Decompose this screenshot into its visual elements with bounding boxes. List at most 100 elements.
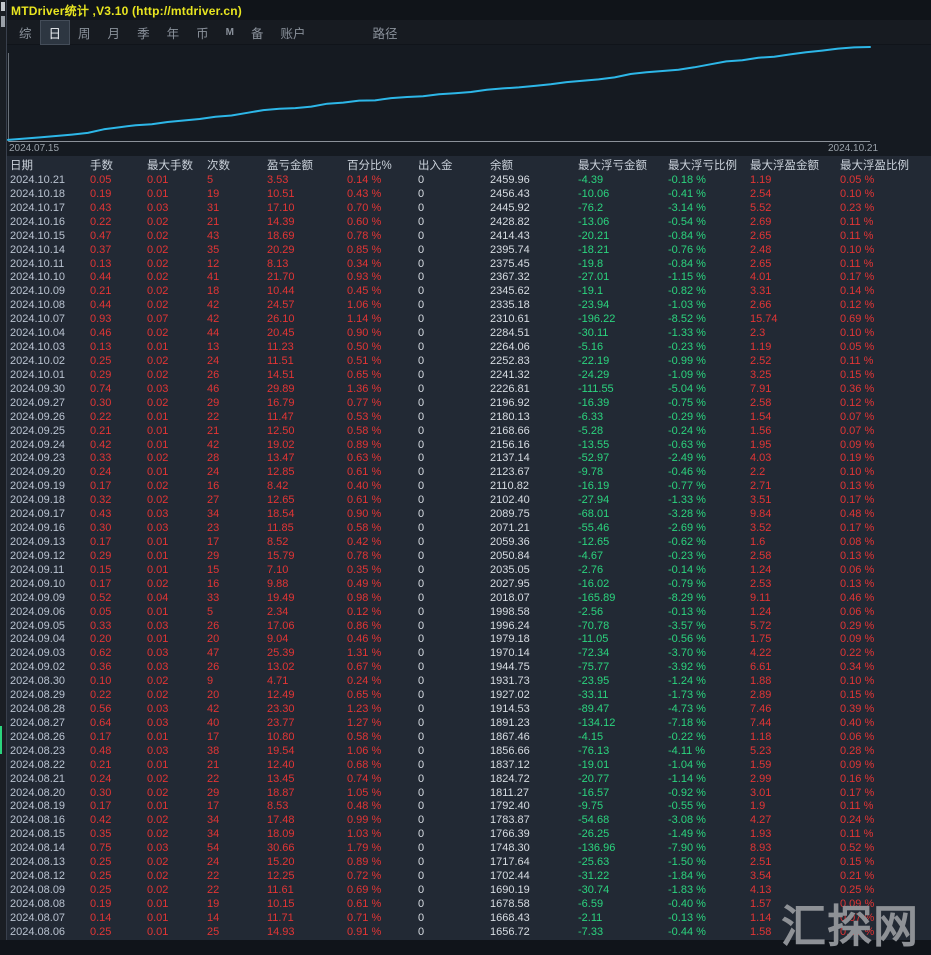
cell: 2024.10.16: [10, 215, 66, 228]
daily-stats-table[interactable]: 2024.10.21 0.05 0.01 5 3.53 0.14 % 0 2459.96 -4.…: [7, 174, 931, 940]
table-row[interactable]: 2024.09.02 0.36 0.03 26 13.02 0.67 % 0 1944.75 -…: [7, 661, 931, 675]
tab-5[interactable]: 年: [159, 21, 188, 44]
table-row[interactable]: 2024.08.19 0.17 0.01 17 8.53 0.48 % 0 1792.40 -9…: [7, 800, 931, 814]
cell: -1.15 %: [668, 271, 706, 284]
table-row[interactable]: 2024.09.19 0.17 0.02 16 8.42 0.40 % 0 2110.82 -1…: [7, 480, 931, 494]
cell: 0: [418, 494, 425, 507]
table-row[interactable]: 2024.10.04 0.46 0.02 44 20.45 0.90 % 0 2284.51 -…: [7, 327, 931, 341]
table-row[interactable]: 2024.09.18 0.32 0.02 27 12.65 0.61 % 0 2102.40 -…: [7, 494, 931, 508]
table-row[interactable]: 2024.08.26 0.17 0.01 17 10.80 0.58 % 0 1867.46 -…: [7, 731, 931, 745]
cell: -30.74: [578, 884, 610, 897]
cell: 14: [207, 911, 220, 924]
column-header[interactable]: 百分比%: [347, 158, 418, 174]
column-header[interactable]: 手数: [90, 158, 147, 174]
cell: 0.13: [90, 341, 112, 354]
background-window-fragment: [1, 16, 5, 27]
table-row[interactable]: 2024.10.03 0.13 0.01 13 11.23 0.50 % 0 2264.06 -…: [7, 341, 931, 355]
tab-4[interactable]: 季: [129, 21, 158, 44]
table-row[interactable]: 2024.08.20 0.30 0.02 29 18.87 1.05 % 0 1811.27 -…: [7, 787, 931, 801]
table-row[interactable]: 2024.08.22 0.21 0.01 21 12.40 0.68 % 0 1837.12 -…: [7, 759, 931, 773]
column-header[interactable]: 盈亏金额: [267, 158, 347, 174]
table-row[interactable]: 2024.08.15 0.35 0.02 34 18.09 1.03 % 0 1766.39 -…: [7, 828, 931, 842]
table-row[interactable]: 2024.08.28 0.56 0.03 42 23.30 1.23 % 0 1914.53 -…: [7, 703, 931, 717]
cell: 20: [207, 689, 220, 702]
table-row[interactable]: 2024.10.21 0.05 0.01 5 3.53 0.14 % 0 2459.96 -4.…: [7, 174, 931, 188]
watermark-huitanwang: 汇探网: [780, 901, 919, 952]
table-row[interactable]: 2024.09.26 0.22 0.01 22 11.47 0.53 % 0 2180.13 -…: [7, 411, 931, 425]
table-row[interactable]: 2024.08.14 0.75 0.03 54 30.66 1.79 % 0 1748.30 -…: [7, 842, 931, 856]
table-row[interactable]: 2024.09.17 0.43 0.03 34 18.54 0.90 % 0 2089.75 -…: [7, 508, 931, 522]
table-row[interactable]: 2024.10.10 0.44 0.02 41 21.70 0.93 % 0 2367.32 -…: [7, 271, 931, 285]
title-bar[interactable]: MTDriver统计 ,V3.10 (http://mtdriver.cn): [7, 0, 931, 20]
table-row[interactable]: 2024.09.11 0.15 0.01 15 7.10 0.35 % 0 2035.05 -2…: [7, 564, 931, 578]
table-row[interactable]: 2024.10.08 0.44 0.02 42 24.57 1.06 % 0 2335.18 -…: [7, 299, 931, 313]
cell: 0.10 %: [840, 187, 875, 200]
table-row[interactable]: 2024.10.14 0.37 0.02 35 20.29 0.85 % 0 2395.74 -…: [7, 244, 931, 258]
table-row[interactable]: 2024.10.15 0.47 0.02 43 18.69 0.78 % 0 2414.43 -…: [7, 230, 931, 244]
table-row[interactable]: 2024.09.06 0.05 0.01 5 2.34 0.12 % 0 1998.58 -2.…: [7, 606, 931, 620]
tab-m[interactable]: M: [218, 24, 242, 41]
table-row[interactable]: 2024.10.17 0.43 0.03 31 17.10 0.70 % 0 2445.92 -…: [7, 202, 931, 216]
cell: 0.22: [90, 215, 112, 228]
table-row[interactable]: 2024.09.24 0.42 0.01 42 19.02 0.89 % 0 2156.16 -…: [7, 439, 931, 453]
table-row[interactable]: 2024.09.10 0.17 0.02 16 9.88 0.49 % 0 2027.95 -1…: [7, 578, 931, 592]
cell: 0.24: [90, 466, 112, 479]
path-button[interactable]: 路径: [372, 23, 397, 42]
cell: 0: [418, 522, 425, 535]
table-row[interactable]: 2024.10.11 0.13 0.02 12 8.13 0.34 % 0 2375.45 -1…: [7, 258, 931, 272]
table-row[interactable]: 2024.08.21 0.24 0.02 22 13.45 0.74 % 0 1824.72 -…: [7, 773, 931, 787]
tab-0[interactable]: 综: [11, 21, 40, 44]
cell: -4.11 %: [668, 744, 706, 757]
table-row[interactable]: 2024.10.02 0.25 0.02 24 11.51 0.51 % 0 2252.83 -…: [7, 355, 931, 369]
cell: 0.21: [90, 758, 112, 771]
tab-6[interactable]: 币: [188, 21, 217, 44]
column-header[interactable]: 出入金: [418, 158, 490, 174]
table-row[interactable]: 2024.09.13 0.17 0.01 17 8.52 0.42 % 0 2059.36 -1…: [7, 536, 931, 550]
table-row[interactable]: 2024.10.09 0.21 0.02 18 10.44 0.45 % 0 2345.62 -…: [7, 285, 931, 299]
table-row[interactable]: 2024.10.16 0.22 0.02 21 14.39 0.60 % 0 2428.82 -…: [7, 216, 931, 230]
table-row[interactable]: 2024.09.30 0.74 0.03 46 29.89 1.36 % 0 2226.81 -…: [7, 383, 931, 397]
tab-3[interactable]: 月: [100, 21, 129, 44]
table-row[interactable]: 2024.08.29 0.22 0.02 20 12.49 0.65 % 0 1927.02 -…: [7, 689, 931, 703]
table-row[interactable]: 2024.08.13 0.25 0.02 24 15.20 0.89 % 0 1717.64 -…: [7, 856, 931, 870]
table-row[interactable]: 2024.08.16 0.42 0.02 34 17.48 0.99 % 0 1783.87 -…: [7, 814, 931, 828]
cell: 0.53 %: [347, 410, 382, 423]
table-row[interactable]: 2024.08.12 0.25 0.02 22 12.25 0.72 % 0 1702.44 -…: [7, 870, 931, 884]
table-row[interactable]: 2024.10.07 0.93 0.07 42 26.10 1.14 % 0 2310.61 -…: [7, 313, 931, 327]
table-row[interactable]: 2024.09.16 0.30 0.03 23 11.85 0.58 % 0 2071.21 -…: [7, 522, 931, 536]
table-row[interactable]: 2024.09.09 0.52 0.04 33 19.49 0.98 % 0 2018.07 -…: [7, 592, 931, 606]
table-row[interactable]: 2024.09.27 0.30 0.02 29 16.79 0.77 % 0 2196.92 -…: [7, 397, 931, 411]
tab-2[interactable]: 周: [70, 21, 99, 44]
table-row[interactable]: 2024.08.23 0.48 0.03 38 19.54 1.06 % 0 1856.66 -…: [7, 745, 931, 759]
column-header[interactable]: 最大浮亏比例: [668, 158, 750, 174]
cell: 5: [207, 605, 214, 618]
table-row[interactable]: 2024.10.01 0.29 0.02 26 14.51 0.65 % 0 2241.32 -…: [7, 369, 931, 383]
column-header[interactable]: 最大浮亏金额: [578, 158, 668, 174]
cell: 0.01: [147, 424, 169, 437]
tab-9[interactable]: 账户: [272, 21, 313, 44]
cell: 0.02: [147, 884, 169, 897]
tab-8[interactable]: 备: [243, 21, 272, 44]
table-row[interactable]: 2024.09.20 0.24 0.01 24 12.85 0.61 % 0 2123.67 -…: [7, 466, 931, 480]
table-row[interactable]: 2024.09.04 0.20 0.01 20 9.04 0.46 % 0 1979.18 -1…: [7, 633, 931, 647]
column-header[interactable]: 余额: [490, 158, 578, 174]
table-row[interactable]: 2024.08.30 0.10 0.02 9 4.71 0.24 % 0 1931.73 -23…: [7, 675, 931, 689]
cell: 2024.09.02: [10, 661, 66, 674]
column-header[interactable]: 次数: [207, 158, 267, 174]
cell: 18.09: [267, 828, 295, 841]
cell: 0.43 %: [347, 187, 382, 200]
column-header[interactable]: 最大浮盈比例: [840, 158, 931, 174]
table-row[interactable]: 2024.09.12 0.29 0.01 29 15.79 0.78 % 0 2050.84 -…: [7, 550, 931, 564]
column-header[interactable]: 最大手数: [147, 158, 207, 174]
table-row[interactable]: 2024.09.23 0.33 0.02 28 13.47 0.63 % 0 2137.14 -…: [7, 452, 931, 466]
tab-1[interactable]: 日: [39, 19, 71, 45]
table-row[interactable]: 2024.10.18 0.19 0.01 19 10.51 0.43 % 0 2456.43 -…: [7, 188, 931, 202]
table-row[interactable]: 2024.08.27 0.64 0.03 40 23.77 1.27 % 0 1891.23 -…: [7, 717, 931, 731]
column-header[interactable]: 最大浮盈金额: [750, 158, 840, 174]
cell: 0.90 %: [347, 327, 382, 340]
table-row[interactable]: 2024.09.05 0.33 0.03 26 17.06 0.86 % 0 1996.24 -…: [7, 620, 931, 634]
column-header[interactable]: 日期: [10, 158, 90, 174]
cell: -2.56: [578, 605, 604, 618]
table-row[interactable]: 2024.09.25 0.21 0.01 21 12.50 0.58 % 0 2168.66 -…: [7, 425, 931, 439]
table-row[interactable]: 2024.09.03 0.62 0.03 47 25.39 1.31 % 0 1970.14 -…: [7, 647, 931, 661]
